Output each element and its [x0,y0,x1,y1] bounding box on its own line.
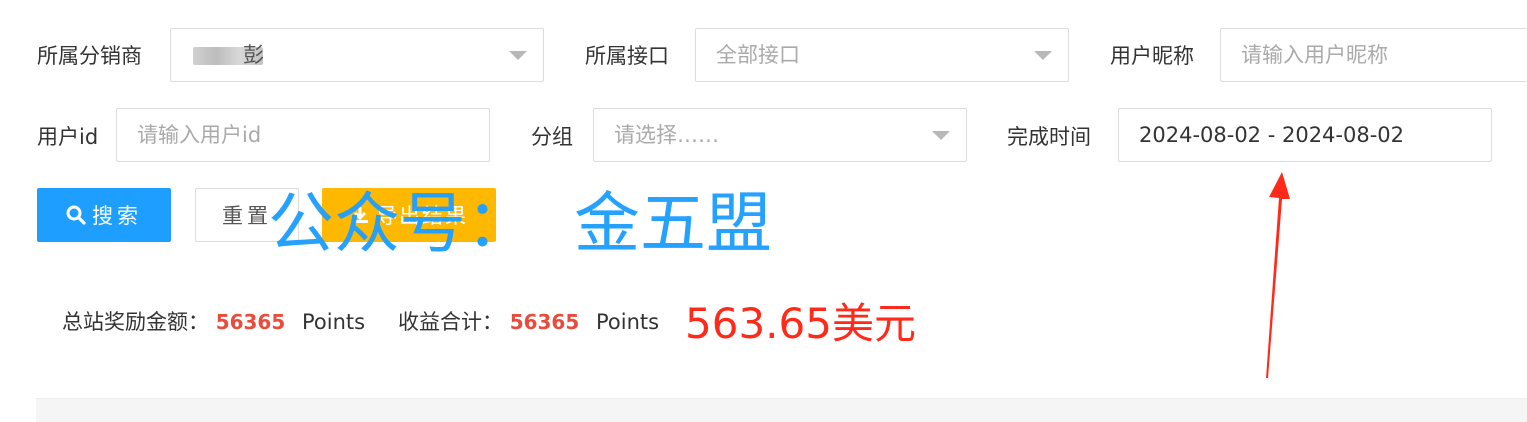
total-reward-unit: Points [301,310,366,334]
completed-time-value: 2024-08-02 - 2024-08-02 [1139,123,1405,147]
reset-button-label: 重置 [222,204,272,228]
search-button-label: 搜索 [92,204,142,228]
income-unit: Points [595,310,660,334]
watermark-text: 公众号： 金五盟 [268,185,772,262]
completed-time-label: 完成时间 [1007,125,1091,149]
income-label: 收益合计： [398,310,503,334]
chevron-down-icon [1034,51,1052,60]
income-value: 56365 [509,310,580,334]
income-stat: 收益合计： 56365 Points [398,306,659,336]
group-label: 分组 [531,125,573,149]
distributor-value: 彭 [243,43,264,67]
userid-field[interactable] [116,108,490,162]
interface-value: 全部接口 [716,43,800,67]
total-reward-label: 总站奖励金额： [62,310,209,334]
total-reward-stat: 总站奖励金额： 56365 Points [62,306,365,336]
nickname-input[interactable] [1241,29,1527,81]
table-header-area [36,398,1527,422]
search-icon [66,205,86,225]
completed-time-field[interactable]: 2024-08-02 - 2024-08-02 [1118,108,1492,162]
total-reward-value: 56365 [215,310,286,334]
nickname-field[interactable] [1220,28,1527,82]
nickname-label: 用户昵称 [1110,44,1194,68]
chevron-down-icon [932,131,950,140]
search-button[interactable]: 搜索 [37,188,171,242]
interface-select[interactable]: 全部接口 [695,28,1069,82]
userid-input[interactable] [137,109,489,161]
chevron-down-icon [509,51,527,60]
distributor-select[interactable]: 彭 [170,28,544,82]
userid-label: 用户id [37,125,99,149]
usd-annotation: 563.65美元 [685,299,916,348]
group-value: 请选择…… [614,123,719,147]
interface-label: 所属接口 [585,44,669,68]
distributor-label: 所属分销商 [37,44,142,68]
group-select[interactable]: 请选择…… [593,108,967,162]
